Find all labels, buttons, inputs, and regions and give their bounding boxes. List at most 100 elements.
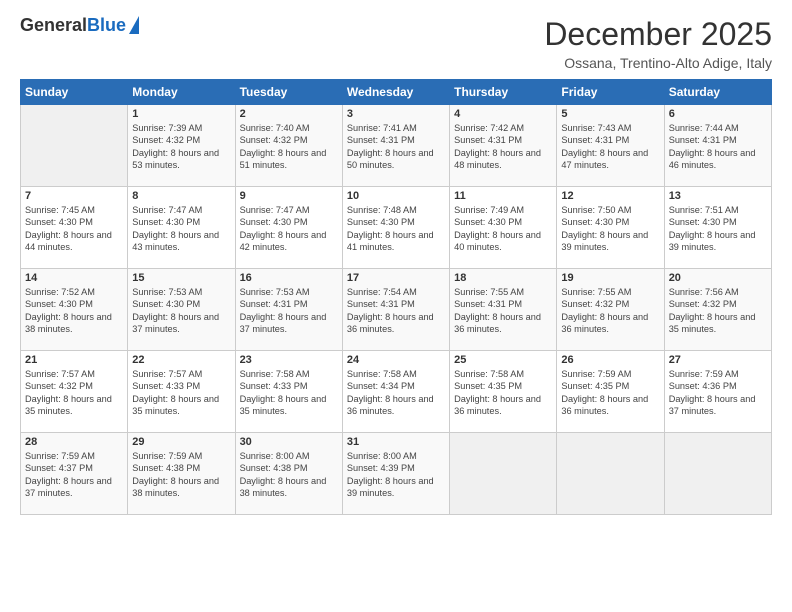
day-info: Sunrise: 7:49 AMSunset: 4:30 PMDaylight:… <box>454 204 552 254</box>
day-info: Sunrise: 7:57 AMSunset: 4:33 PMDaylight:… <box>132 368 230 418</box>
day-number: 12 <box>561 190 659 202</box>
calendar-cell: 28 Sunrise: 7:59 AMSunset: 4:37 PMDayligh… <box>21 433 128 515</box>
day-info: Sunrise: 7:40 AMSunset: 4:32 PMDaylight:… <box>240 122 338 172</box>
day-info: Sunrise: 7:56 AMSunset: 4:32 PMDaylight:… <box>669 286 767 336</box>
day-number: 1 <box>132 108 230 120</box>
calendar-cell: 18 Sunrise: 7:55 AMSunset: 4:31 PMDayligh… <box>450 269 557 351</box>
day-number: 24 <box>347 354 445 366</box>
calendar-cell: 26Sunrise: 7:59 AMSunset: 4:35 PMDayligh… <box>557 351 664 433</box>
calendar-cell: 3 Sunrise: 7:41 AMSunset: 4:31 PMDaylight… <box>342 105 449 187</box>
day-info: Sunrise: 7:58 AMSunset: 4:33 PMDaylight:… <box>240 368 338 418</box>
calendar-cell: 20Sunrise: 7:56 AMSunset: 4:32 PMDayligh… <box>664 269 771 351</box>
calendar-cell: 31Sunrise: 8:00 AMSunset: 4:39 PMDayligh… <box>342 433 449 515</box>
logo-general: GeneralBlue <box>20 16 126 36</box>
calendar-cell <box>450 433 557 515</box>
day-number: 23 <box>240 354 338 366</box>
calendar-cell: 6 Sunrise: 7:44 AMSunset: 4:31 PMDaylight… <box>664 105 771 187</box>
day-number: 29 <box>132 436 230 448</box>
location: Ossana, Trentino-Alto Adige, Italy <box>544 55 772 71</box>
day-number: 9 <box>240 190 338 202</box>
day-number: 27 <box>669 354 767 366</box>
calendar-cell: 2Sunrise: 7:40 AMSunset: 4:32 PMDaylight… <box>235 105 342 187</box>
logo-text-block: GeneralBlue <box>20 16 139 36</box>
calendar-cell: 30Sunrise: 8:00 AMSunset: 4:38 PMDayligh… <box>235 433 342 515</box>
calendar-cell: 25Sunrise: 7:58 AMSunset: 4:35 PMDayligh… <box>450 351 557 433</box>
day-number: 7 <box>25 190 123 202</box>
calendar-cell <box>664 433 771 515</box>
day-info: Sunrise: 7:45 AMSunset: 4:30 PMDaylight:… <box>25 204 123 254</box>
day-number: 4 <box>454 108 552 120</box>
day-info: Sunrise: 7:41 AMSunset: 4:31 PMDaylight:… <box>347 122 445 172</box>
weekday-header-tuesday: Tuesday <box>235 80 342 105</box>
day-info: Sunrise: 7:58 AMSunset: 4:34 PMDaylight:… <box>347 368 445 418</box>
calendar-cell <box>557 433 664 515</box>
calendar-week-row: 21Sunrise: 7:57 AMSunset: 4:32 PMDayligh… <box>21 351 772 433</box>
day-info: Sunrise: 7:53 AMSunset: 4:31 PMDaylight:… <box>240 286 338 336</box>
day-number: 11 <box>454 190 552 202</box>
weekday-header-saturday: Saturday <box>664 80 771 105</box>
weekday-header-sunday: Sunday <box>21 80 128 105</box>
day-number: 18 <box>454 272 552 284</box>
calendar-cell: 10 Sunrise: 7:48 AMSunset: 4:30 PMDayligh… <box>342 187 449 269</box>
day-info: Sunrise: 7:55 AMSunset: 4:31 PMDaylight:… <box>454 286 552 336</box>
day-info: Sunrise: 7:44 AMSunset: 4:31 PMDaylight:… <box>669 122 767 172</box>
day-info: Sunrise: 7:50 AMSunset: 4:30 PMDaylight:… <box>561 204 659 254</box>
calendar-cell: 15Sunrise: 7:53 AMSunset: 4:30 PMDayligh… <box>128 269 235 351</box>
calendar-cell: 27 Sunrise: 7:59 AMSunset: 4:36 PMDayligh… <box>664 351 771 433</box>
calendar-week-row: 28 Sunrise: 7:59 AMSunset: 4:37 PMDayligh… <box>21 433 772 515</box>
calendar-cell: 19Sunrise: 7:55 AMSunset: 4:32 PMDayligh… <box>557 269 664 351</box>
calendar-cell: 5 Sunrise: 7:43 AMSunset: 4:31 PMDaylight… <box>557 105 664 187</box>
weekday-header-monday: Monday <box>128 80 235 105</box>
calendar-cell: 4Sunrise: 7:42 AMSunset: 4:31 PMDaylight… <box>450 105 557 187</box>
calendar-cell: 14 Sunrise: 7:52 AMSunset: 4:30 PMDayligh… <box>21 269 128 351</box>
logo: GeneralBlue <box>20 16 139 36</box>
calendar-cell <box>21 105 128 187</box>
calendar-cell: 24 Sunrise: 7:58 AMSunset: 4:34 PMDayligh… <box>342 351 449 433</box>
day-info: Sunrise: 7:58 AMSunset: 4:35 PMDaylight:… <box>454 368 552 418</box>
day-number: 22 <box>132 354 230 366</box>
calendar-cell: 7 Sunrise: 7:45 AMSunset: 4:30 PMDaylight… <box>21 187 128 269</box>
calendar-week-row: 14 Sunrise: 7:52 AMSunset: 4:30 PMDayligh… <box>21 269 772 351</box>
calendar-cell: 13 Sunrise: 7:51 AMSunset: 4:30 PMDayligh… <box>664 187 771 269</box>
weekday-header-thursday: Thursday <box>450 80 557 105</box>
day-info: Sunrise: 7:54 AMSunset: 4:31 PMDaylight:… <box>347 286 445 336</box>
day-number: 16 <box>240 272 338 284</box>
weekday-header-row: SundayMondayTuesdayWednesdayThursdayFrid… <box>21 80 772 105</box>
day-number: 14 <box>25 272 123 284</box>
calendar-cell: 11 Sunrise: 7:49 AMSunset: 4:30 PMDayligh… <box>450 187 557 269</box>
day-info: Sunrise: 7:59 AMSunset: 4:37 PMDaylight:… <box>25 450 123 500</box>
day-number: 6 <box>669 108 767 120</box>
calendar-cell: 9 Sunrise: 7:47 AMSunset: 4:30 PMDaylight… <box>235 187 342 269</box>
day-number: 15 <box>132 272 230 284</box>
day-info: Sunrise: 7:47 AMSunset: 4:30 PMDaylight:… <box>240 204 338 254</box>
day-info: Sunrise: 7:47 AMSunset: 4:30 PMDaylight:… <box>132 204 230 254</box>
calendar-cell: 29 Sunrise: 7:59 AMSunset: 4:38 PMDayligh… <box>128 433 235 515</box>
month-title: December 2025 <box>544 16 772 53</box>
weekday-header-friday: Friday <box>557 80 664 105</box>
day-number: 31 <box>347 436 445 448</box>
day-number: 13 <box>669 190 767 202</box>
calendar-cell: 12 Sunrise: 7:50 AMSunset: 4:30 PMDayligh… <box>557 187 664 269</box>
logo-triangle-icon <box>129 16 139 34</box>
day-number: 28 <box>25 436 123 448</box>
calendar-cell: 22 Sunrise: 7:57 AMSunset: 4:33 PMDayligh… <box>128 351 235 433</box>
page: GeneralBlue December 2025 Ossana, Trenti… <box>0 0 792 612</box>
calendar-cell: 21Sunrise: 7:57 AMSunset: 4:32 PMDayligh… <box>21 351 128 433</box>
calendar-week-row: 7 Sunrise: 7:45 AMSunset: 4:30 PMDaylight… <box>21 187 772 269</box>
day-number: 5 <box>561 108 659 120</box>
calendar-table: SundayMondayTuesdayWednesdayThursdayFrid… <box>20 79 772 515</box>
day-info: Sunrise: 7:48 AMSunset: 4:30 PMDaylight:… <box>347 204 445 254</box>
calendar-week-row: 1Sunrise: 7:39 AMSunset: 4:32 PMDaylight… <box>21 105 772 187</box>
day-info: Sunrise: 7:59 AMSunset: 4:38 PMDaylight:… <box>132 450 230 500</box>
day-info: Sunrise: 7:51 AMSunset: 4:30 PMDaylight:… <box>669 204 767 254</box>
calendar-cell: 8Sunrise: 7:47 AMSunset: 4:30 PMDaylight… <box>128 187 235 269</box>
day-number: 10 <box>347 190 445 202</box>
calendar-cell: 1Sunrise: 7:39 AMSunset: 4:32 PMDaylight… <box>128 105 235 187</box>
calendar-cell: 16 Sunrise: 7:53 AMSunset: 4:31 PMDayligh… <box>235 269 342 351</box>
day-number: 17 <box>347 272 445 284</box>
day-info: Sunrise: 7:52 AMSunset: 4:30 PMDaylight:… <box>25 286 123 336</box>
day-number: 3 <box>347 108 445 120</box>
title-section: December 2025 Ossana, Trentino-Alto Adig… <box>544 16 772 71</box>
day-info: Sunrise: 7:43 AMSunset: 4:31 PMDaylight:… <box>561 122 659 172</box>
day-info: Sunrise: 7:59 AMSunset: 4:36 PMDaylight:… <box>669 368 767 418</box>
